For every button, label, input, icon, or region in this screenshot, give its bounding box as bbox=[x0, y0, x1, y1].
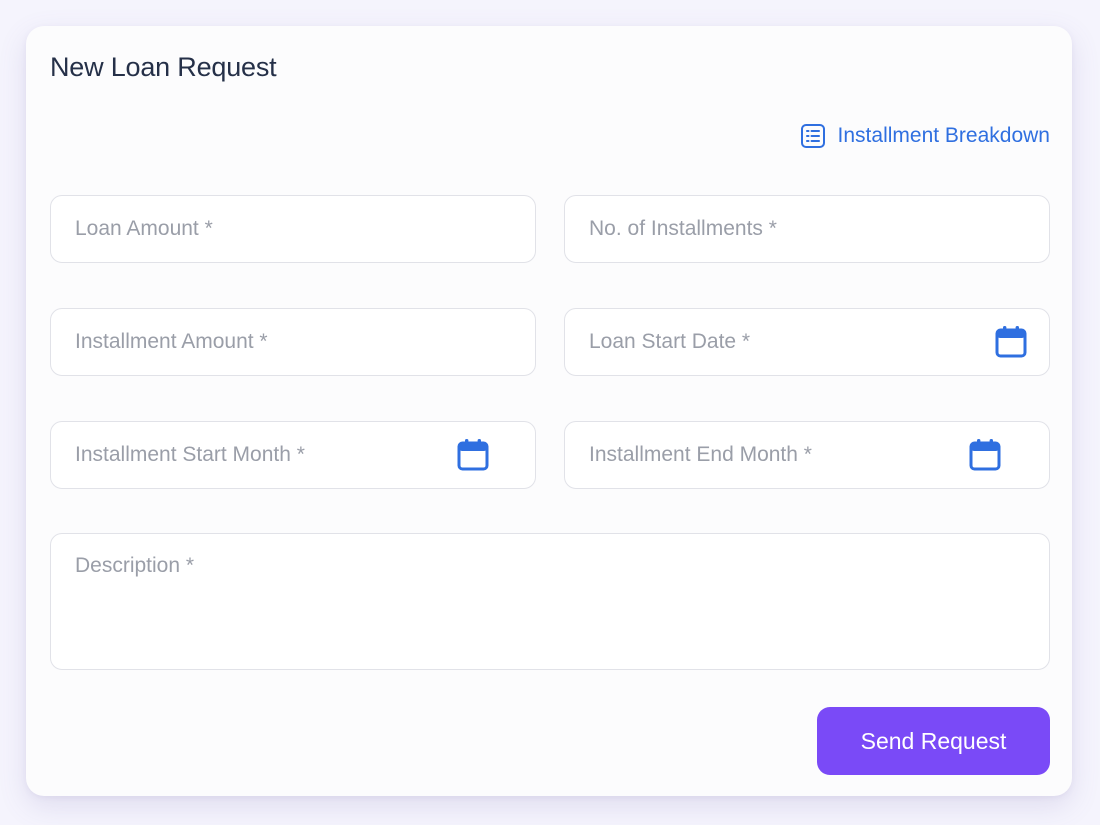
list-icon bbox=[800, 123, 826, 149]
send-request-button[interactable]: Send Request bbox=[817, 707, 1050, 775]
page-title: New Loan Request bbox=[50, 52, 277, 82]
installment-end-month-field[interactable] bbox=[564, 421, 1050, 489]
installment-start-month-field[interactable] bbox=[50, 421, 536, 489]
installments-count-input[interactable] bbox=[589, 217, 1025, 241]
loan-request-card: New Loan Request Installment Breakdown L… bbox=[26, 26, 1072, 796]
description-field[interactable] bbox=[50, 533, 1050, 689]
installment-start-month-input[interactable] bbox=[75, 443, 457, 467]
installment-end-month-input[interactable] bbox=[589, 443, 969, 467]
installment-amount-input[interactable] bbox=[75, 330, 511, 354]
calendar-icon[interactable] bbox=[457, 438, 489, 472]
installments-count-field[interactable] bbox=[564, 195, 1050, 263]
installment-breakdown-link[interactable]: Installment Breakdown bbox=[800, 123, 1050, 149]
installment-breakdown-label: Installment Breakdown bbox=[837, 124, 1050, 147]
loan-start-date-input[interactable] bbox=[589, 330, 995, 354]
loan-amount-input[interactable] bbox=[75, 217, 511, 241]
calendar-icon[interactable] bbox=[995, 325, 1027, 359]
description-textarea[interactable] bbox=[75, 534, 1025, 689]
calendar-icon[interactable] bbox=[969, 438, 1001, 472]
installment-amount-field[interactable] bbox=[50, 308, 536, 376]
loan-amount-field[interactable] bbox=[50, 195, 536, 263]
loan-start-date-field[interactable] bbox=[564, 308, 1050, 376]
